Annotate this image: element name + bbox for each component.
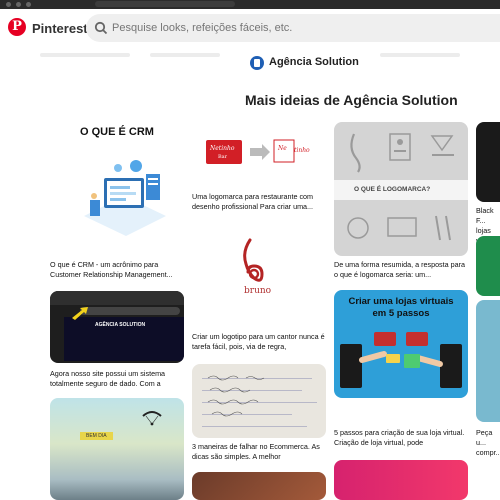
pin-image[interactable]: bruno bbox=[192, 236, 326, 316]
pin-card[interactable]: O QUE É LOGOMARCA? De uma forma resumida… bbox=[334, 122, 468, 282]
pin-caption[interactable]: O que é CRM - um acrônimo para Customer … bbox=[50, 260, 184, 280]
pin-image-browserbar bbox=[50, 291, 184, 305]
pin-image[interactable]: O QUE É LOGOMARCA? bbox=[334, 122, 468, 256]
pin-caption[interactable]: Criar um logotipo para um cantor nunca é… bbox=[192, 332, 326, 352]
pin-image[interactable]: Criar uma lojas virtuais em 5 passos bbox=[334, 290, 468, 398]
svg-text:Bar: Bar bbox=[218, 154, 228, 160]
pin-image[interactable]: AGÊNCIA SOLUTION bbox=[50, 291, 184, 363]
pin-card[interactable]: Peça u... compr... bbox=[476, 300, 500, 457]
pin-card[interactable]: bruno Criar um logotipo para um cantor n… bbox=[192, 236, 326, 356]
pin-card[interactable]: O QUE É CRM O que é CRM - um acrônimo pa… bbox=[50, 118, 184, 280]
pin-image[interactable] bbox=[192, 364, 326, 438]
pin-caption[interactable]: Uma logomarca para restaurante com desen… bbox=[192, 192, 326, 212]
svg-text:Ne: Ne bbox=[277, 145, 287, 152]
handwriting-image bbox=[207, 375, 265, 417]
pin-image-title: O QUE É CRM bbox=[80, 126, 154, 138]
pin-card[interactable]: BEM DIA bbox=[50, 398, 184, 500]
crm-illustration-icon bbox=[84, 160, 166, 236]
pin-caption[interactable]: 3 maneiras de falhar no Ecommerca. As di… bbox=[192, 442, 326, 462]
blurred-text bbox=[40, 53, 130, 57]
pin-card[interactable]: Netinho Bar Ne tinho Uma logomarca para … bbox=[192, 118, 326, 218]
pin-image-title: AGÊNCIA SOLUTION bbox=[95, 322, 146, 328]
singer-logo-icon bbox=[243, 238, 264, 282]
pin-image[interactable]: O QUE É CRM bbox=[50, 118, 184, 254]
online-shopping-icon bbox=[340, 332, 462, 388]
pin-image[interactable]: BEM DIA bbox=[50, 398, 184, 500]
pin-image[interactable] bbox=[476, 236, 500, 296]
browser-chrome bbox=[0, 0, 500, 9]
pin-image-url bbox=[80, 307, 180, 315]
pin-image-title: bruno bbox=[244, 286, 272, 296]
forward-icon[interactable] bbox=[16, 2, 21, 7]
avatar bbox=[250, 56, 264, 70]
reload-icon[interactable] bbox=[26, 2, 31, 7]
pin-card[interactable]: Criar uma lojas virtuais em 5 passos 5 p… bbox=[334, 290, 468, 450]
address-bar[interactable] bbox=[95, 1, 235, 7]
pin-card[interactable] bbox=[192, 472, 326, 500]
svg-text:Netinho: Netinho bbox=[209, 145, 235, 152]
pinterest-logo-icon[interactable]: P bbox=[8, 18, 26, 36]
search-input[interactable] bbox=[112, 20, 482, 36]
back-icon[interactable] bbox=[6, 2, 11, 7]
top-header: P Pinterest bbox=[0, 9, 500, 49]
paraglider-icon bbox=[142, 411, 162, 426]
pin-card[interactable]: AGÊNCIA SOLUTION Agora nosso site possui… bbox=[50, 291, 184, 389]
blurred-text bbox=[150, 53, 220, 57]
pin-image[interactable] bbox=[476, 300, 500, 422]
pin-image[interactable] bbox=[334, 460, 468, 500]
logomarca-icons-bottom bbox=[347, 215, 451, 241]
pin-image-title: O QUE É LOGOMARCA? bbox=[354, 186, 431, 193]
section-title: Mais ideias de Agência Solution bbox=[245, 92, 458, 108]
pin-card[interactable] bbox=[334, 460, 468, 500]
pin-caption[interactable]: 5 passos para criação de sua loja virtua… bbox=[334, 428, 468, 448]
svg-text:tinho: tinho bbox=[294, 147, 310, 154]
pin-image[interactable] bbox=[192, 472, 326, 500]
arrow-icon bbox=[72, 307, 88, 320]
pin-image[interactable]: Netinho Bar Ne tinho bbox=[192, 118, 326, 184]
brand-name[interactable]: Pinterest bbox=[32, 21, 88, 36]
profile-name: Agência Solution bbox=[269, 56, 359, 68]
pin-image-title: Criar uma lojas virtuais em 5 passos bbox=[348, 296, 454, 319]
logomarca-icons-top bbox=[350, 133, 454, 173]
search-bar[interactable] bbox=[86, 14, 500, 42]
pin-image-tag: BEM DIA bbox=[80, 432, 113, 440]
pin-card[interactable] bbox=[476, 236, 500, 296]
pin-image[interactable] bbox=[476, 122, 500, 202]
pin-caption[interactable]: Peça u... compr... bbox=[476, 428, 500, 458]
pin-card[interactable]: Black F... lojas v... bbox=[476, 122, 500, 245]
search-icon bbox=[94, 21, 108, 35]
pin-card[interactable]: 3 maneiras de falhar no Ecommerca. As di… bbox=[192, 364, 326, 462]
pin-caption[interactable]: Agora nosso site possui um sistema total… bbox=[50, 369, 184, 389]
blurred-text bbox=[380, 53, 460, 57]
pin-caption[interactable]: De uma forma resumida, a resposta para o… bbox=[334, 260, 468, 280]
logo-restaurant-image: Netinho Bar Ne tinho bbox=[206, 139, 310, 164]
